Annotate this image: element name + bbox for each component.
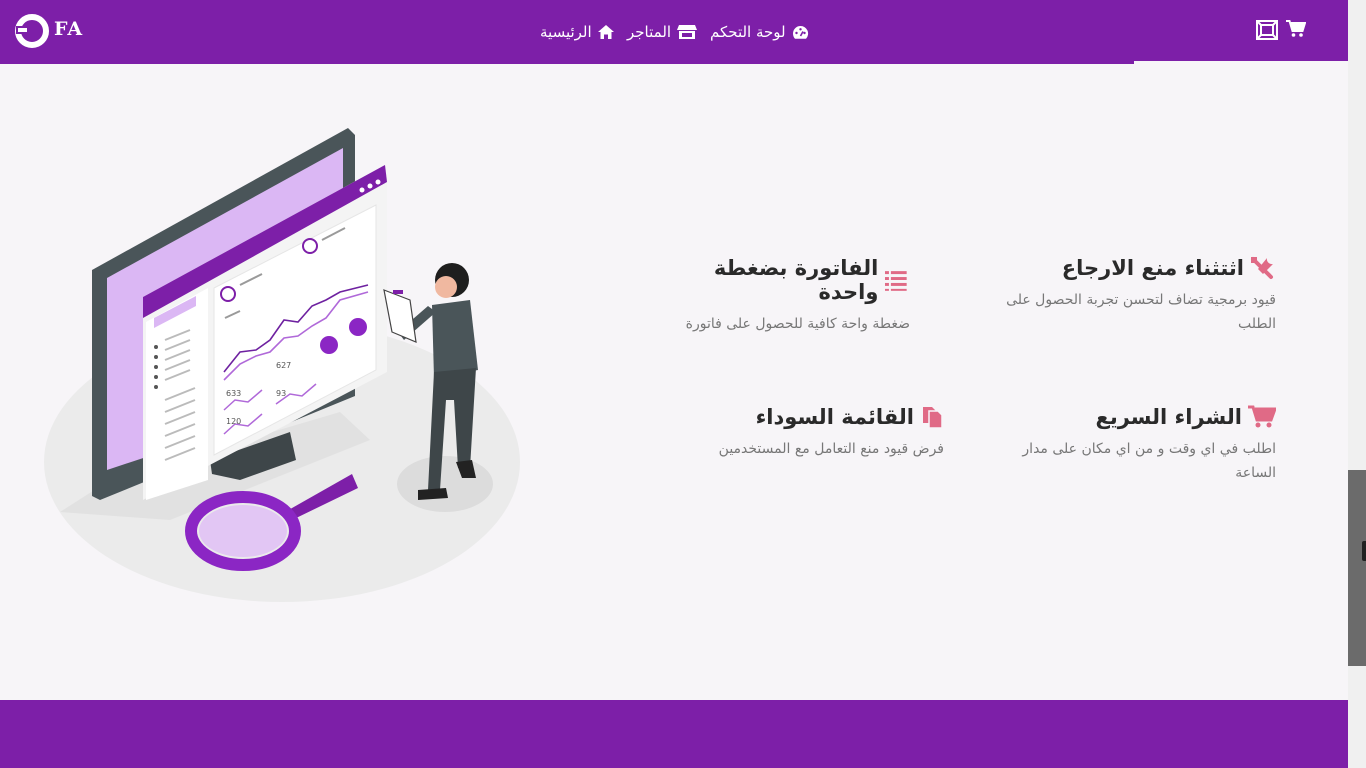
feature-desc: قيود برمجية تضاف لتحسن تجربة الحصول على … <box>1006 292 1276 332</box>
top-navbar: FA لوحة التحكم المتاجر الرئيسية <box>0 0 1348 61</box>
feature-title: اثتثناء منع الارجاع <box>1061 256 1244 280</box>
feature-quick-purchase: الشراء السريع اطلب في اي وقت و من اي مكا… <box>990 405 1276 485</box>
store-icon <box>677 25 698 39</box>
feature-one-click-invoice: الفاتورة بضغطة واحدة ضغطة واحة كافية للح… <box>650 256 910 336</box>
expand-icon[interactable] <box>1256 20 1278 40</box>
feature-blacklist: القائمة السوداء فرض قيود منع التعامل مع … <box>680 405 944 461</box>
brand-logo-icon[interactable] <box>14 13 50 49</box>
nav-home-label: الرئيسية <box>540 23 592 41</box>
header-actions <box>1256 20 1306 40</box>
nav-dashboard[interactable]: لوحة التحكم <box>710 20 809 44</box>
brand-name[interactable]: FA <box>54 18 83 40</box>
nav-stores[interactable]: المتاجر <box>627 20 698 44</box>
analytics-illustration: 627 633 93 120 <box>44 128 520 602</box>
feature-title: القائمة السوداء <box>755 405 914 429</box>
scrollbar-thumb[interactable] <box>1348 470 1366 666</box>
feature-title: الفاتورة بضغطة واحدة <box>713 256 879 304</box>
illus-label-120: 120 <box>226 417 241 426</box>
page: FA لوحة التحكم المتاجر الرئيسية 627 633 … <box>0 0 1348 768</box>
list-icon <box>885 271 908 291</box>
scrollbar-marker <box>1362 541 1366 561</box>
navbar-underline <box>0 61 1134 64</box>
home-icon <box>597 25 614 39</box>
tools-icon <box>1251 257 1273 279</box>
cart-icon <box>1248 405 1276 428</box>
cart-icon[interactable] <box>1286 20 1306 38</box>
feature-desc: فرض قيود منع التعامل مع المستخدمين <box>718 441 944 457</box>
illus-label-93: 93 <box>276 389 286 398</box>
footer-band <box>0 700 1348 768</box>
copy-icon <box>923 407 943 429</box>
feature-desc: اطلب في اي وقت و من اي مكان على مدار الس… <box>1022 441 1276 481</box>
nav-stores-label: المتاجر <box>627 23 672 41</box>
nav-home[interactable]: الرئيسية <box>540 20 614 44</box>
dashboard-icon <box>792 25 808 39</box>
nav-dashboard-label: لوحة التحكم <box>710 23 786 41</box>
illus-label-633: 633 <box>226 389 241 398</box>
feature-return-exception: اثتثناء منع الارجاع قيود برمجية تضاف لتح… <box>1000 256 1276 336</box>
feature-desc: ضغطة واحة كافية للحصول على فاتورة <box>685 316 910 332</box>
illus-label-627: 627 <box>276 361 291 370</box>
feature-title: الشراء السريع <box>1095 405 1242 429</box>
